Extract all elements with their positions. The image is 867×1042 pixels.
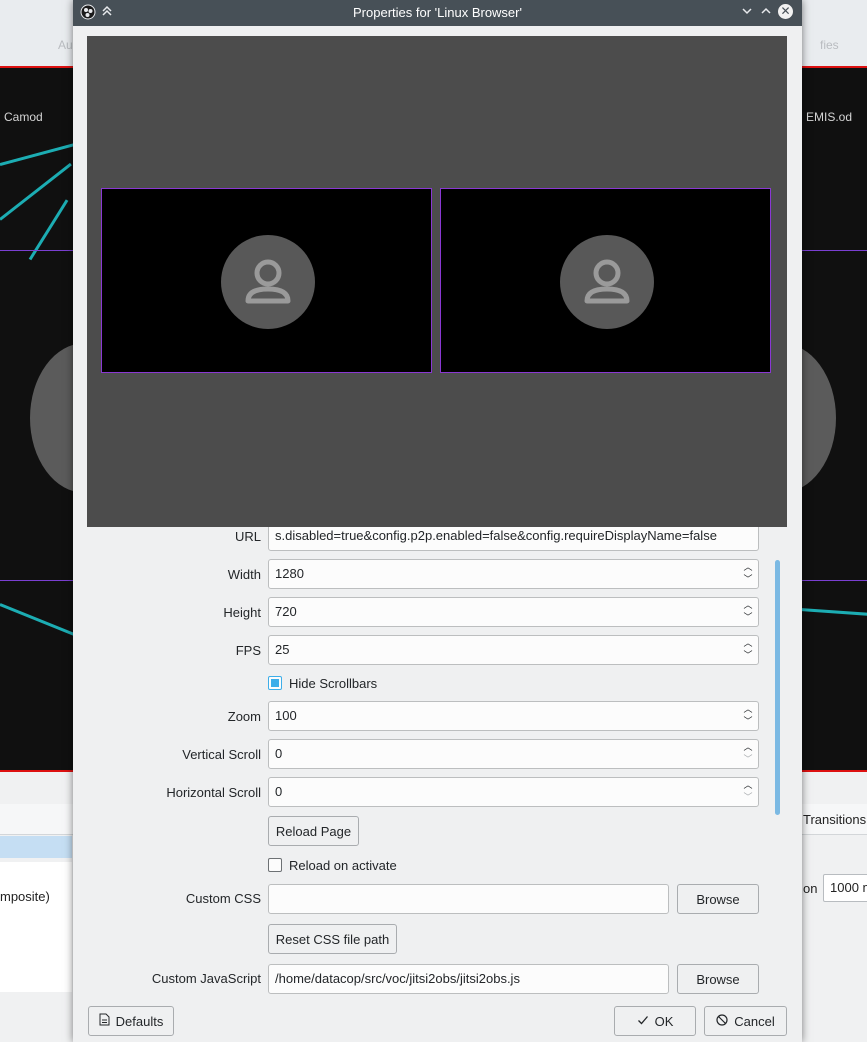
spin-arrows-icon[interactable]: ︿ ﹀ bbox=[741, 741, 755, 767]
minimize-icon[interactable] bbox=[738, 4, 756, 22]
hide-scrollbars-label: Hide Scrollbars bbox=[289, 675, 378, 691]
spin-arrows-icon[interactable]: ︿ ﹀ bbox=[741, 637, 755, 663]
height-spinbox[interactable]: 720 ︿ ﹀ bbox=[268, 597, 759, 627]
dialog-title: Properties for 'Linux Browser' bbox=[353, 5, 522, 20]
selected-scene-row[interactable] bbox=[0, 836, 72, 858]
spin-arrows-icon[interactable]: ︿ ﹀ bbox=[741, 779, 755, 805]
obs-toolbar-faded-text: fies bbox=[820, 38, 839, 52]
neon-line bbox=[799, 608, 867, 616]
hide-scrollbars-checkbox[interactable]: Hide Scrollbars bbox=[268, 674, 377, 692]
custom-js-label: Custom JavaScript bbox=[151, 971, 261, 986]
checkbox-checked-icon[interactable] bbox=[268, 676, 282, 690]
vertical-scroll-spinbox[interactable]: 0 ︿ ﹀ bbox=[268, 739, 759, 769]
fps-label: FPS bbox=[235, 643, 261, 658]
reset-css-button[interactable]: Reset CSS file path bbox=[268, 924, 397, 954]
person-icon bbox=[221, 235, 315, 329]
properties-form[interactable]: URL s.disabled=true&config.p2p.enabled=f… bbox=[73, 527, 802, 997]
fps-spinbox[interactable]: 25 ︿ ﹀ bbox=[268, 635, 759, 665]
vertical-scroll-label: Vertical Scroll bbox=[182, 747, 261, 762]
zoom-value: 100 bbox=[275, 708, 297, 723]
horizontal-scroll-label: Horizontal Scroll bbox=[166, 785, 261, 800]
checkbox-unchecked-icon[interactable] bbox=[268, 858, 282, 872]
zoom-spinbox[interactable]: 100 ︿ ﹀ bbox=[268, 701, 759, 731]
reload-page-button[interactable]: Reload Page bbox=[268, 816, 359, 846]
form-scrollbar-handle[interactable] bbox=[775, 560, 780, 815]
cancel-button[interactable]: Cancel bbox=[704, 1006, 787, 1036]
url-field[interactable]: s.disabled=true&config.p2p.enabled=false… bbox=[268, 527, 759, 551]
vertical-scroll-value: 0 bbox=[275, 746, 283, 761]
duration-input[interactable]: 1000 m bbox=[823, 874, 867, 902]
width-label: Width bbox=[227, 567, 261, 582]
horizontal-scroll-spinbox[interactable]: 0 ︿ ﹀ bbox=[268, 777, 759, 807]
dialog-footer: Defaults OK Cancel bbox=[73, 1006, 802, 1042]
fps-value: 25 bbox=[275, 642, 290, 657]
spin-arrows-icon[interactable]: ︿ ﹀ bbox=[741, 561, 755, 587]
defaults-label: Defaults bbox=[115, 1013, 164, 1029]
document-icon bbox=[99, 1013, 110, 1029]
reload-on-activate-checkbox[interactable]: Reload on activate bbox=[268, 856, 397, 874]
custom-js-browse-button[interactable]: Browse bbox=[677, 964, 759, 994]
preview-source-label: Camod bbox=[4, 110, 43, 124]
participant-tile bbox=[440, 188, 771, 373]
height-label: Height bbox=[223, 605, 261, 620]
ok-label: OK bbox=[654, 1013, 674, 1029]
person-icon bbox=[560, 235, 654, 329]
close-icon[interactable]: ✕ bbox=[778, 4, 793, 19]
check-icon bbox=[637, 1014, 649, 1029]
defaults-button[interactable]: Defaults bbox=[88, 1006, 174, 1036]
sources-list[interactable] bbox=[0, 862, 72, 992]
zoom-label: Zoom bbox=[227, 709, 261, 724]
width-value: 1280 bbox=[275, 566, 304, 581]
custom-css-browse-button[interactable]: Browse bbox=[677, 884, 759, 914]
properties-dialog: Properties for 'Linux Browser' ✕ URL s.d… bbox=[73, 0, 802, 1042]
url-label: URL bbox=[234, 529, 261, 544]
dialog-titlebar[interactable]: Properties for 'Linux Browser' ✕ bbox=[73, 0, 802, 26]
custom-css-field[interactable] bbox=[268, 884, 669, 914]
spin-arrows-icon[interactable]: ︿ ﹀ bbox=[741, 703, 755, 729]
transitions-dock-title[interactable]: Transitions bbox=[803, 812, 866, 827]
cancel-icon bbox=[716, 1013, 728, 1029]
horizontal-scroll-value: 0 bbox=[275, 784, 283, 799]
maximize-icon[interactable] bbox=[757, 4, 775, 22]
source-list-item[interactable]: mposite) bbox=[0, 889, 50, 904]
duration-label: on bbox=[803, 881, 818, 896]
participant-tile bbox=[101, 188, 432, 373]
spin-arrows-icon[interactable]: ︿ ﹀ bbox=[741, 599, 755, 625]
ok-button[interactable]: OK bbox=[614, 1006, 696, 1036]
height-value: 720 bbox=[275, 604, 297, 619]
neon-line bbox=[28, 199, 69, 261]
custom-css-label: Custom CSS bbox=[185, 891, 261, 906]
reload-on-activate-label: Reload on activate bbox=[289, 857, 397, 873]
obs-toolbar-faded-text: Au bbox=[58, 38, 73, 52]
cancel-label: Cancel bbox=[734, 1013, 775, 1029]
neon-line bbox=[0, 603, 85, 640]
width-spinbox[interactable]: 1280 ︿ ﹀ bbox=[268, 559, 759, 589]
preview-source-label: EMIS.od bbox=[806, 110, 853, 124]
custom-js-field[interactable]: /home/datacop/src/voc/jitsi2obs/jitsi2ob… bbox=[268, 964, 669, 994]
neon-line bbox=[0, 142, 78, 166]
browser-source-preview bbox=[87, 36, 787, 527]
